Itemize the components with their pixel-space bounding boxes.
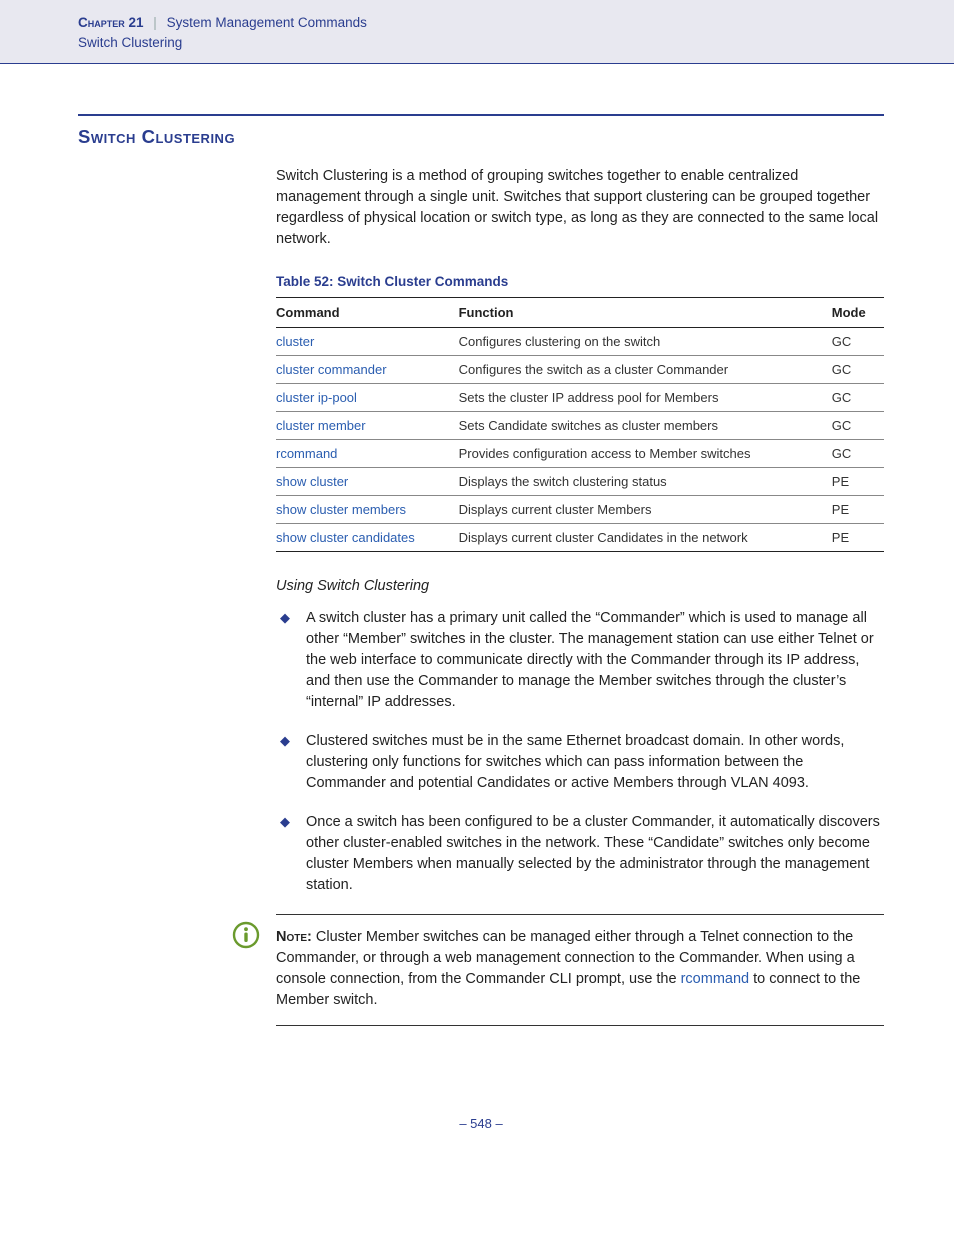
cmd-mode: GC xyxy=(832,439,884,467)
commands-table: Command Function Mode cluster Configures… xyxy=(276,297,884,552)
section-title: Switch Clustering xyxy=(78,126,884,148)
table-row: cluster ip-pool Sets the cluster IP addr… xyxy=(276,383,884,411)
cmd-mode: PE xyxy=(832,467,884,495)
note-rule xyxy=(276,1025,884,1026)
list-item: Once a switch has been configured to be … xyxy=(276,812,884,896)
note-label: Note: xyxy=(276,929,312,945)
page-header: Chapter 21 | System Management Commands … xyxy=(0,0,954,64)
table-row: cluster Configures clustering on the swi… xyxy=(276,327,884,355)
note-link[interactable]: rcommand xyxy=(681,971,750,987)
cmd-fn: Provides configuration access to Member … xyxy=(459,439,832,467)
info-icon xyxy=(232,921,260,949)
cmd-mode: PE xyxy=(832,495,884,523)
cmd-fn: Configures the switch as a cluster Comma… xyxy=(459,355,832,383)
cmd-mode: GC xyxy=(832,327,884,355)
cmd-link[interactable]: show cluster members xyxy=(276,502,406,517)
list-item: A switch cluster has a primary unit call… xyxy=(276,608,884,713)
th-function: Function xyxy=(459,297,832,327)
cmd-link[interactable]: cluster member xyxy=(276,418,366,433)
cmd-link[interactable]: cluster commander xyxy=(276,362,387,377)
list-item: Clustered switches must be in the same E… xyxy=(276,731,884,794)
table-row: rcommand Provides configuration access t… xyxy=(276,439,884,467)
th-mode: Mode xyxy=(832,297,884,327)
cmd-fn: Displays current cluster Candidates in t… xyxy=(459,523,832,551)
header-section: System Management Commands xyxy=(167,15,367,30)
cmd-mode: GC xyxy=(832,411,884,439)
cmd-link[interactable]: cluster ip-pool xyxy=(276,390,357,405)
bullet-list: A switch cluster has a primary unit call… xyxy=(276,608,884,896)
page-number: – 548 – xyxy=(78,1116,884,1131)
th-command: Command xyxy=(276,297,459,327)
cmd-fn: Displays current cluster Members xyxy=(459,495,832,523)
cmd-mode: GC xyxy=(832,355,884,383)
subheading: Using Switch Clustering xyxy=(276,578,884,594)
section-rule xyxy=(78,114,884,116)
cmd-fn: Displays the switch clustering status xyxy=(459,467,832,495)
header-chapter: Chapter 21 xyxy=(78,15,144,30)
note-block: Note: Cluster Member switches can be man… xyxy=(276,914,884,1026)
table-row: show cluster members Displays current cl… xyxy=(276,495,884,523)
cmd-mode: GC xyxy=(832,383,884,411)
cmd-mode: PE xyxy=(832,523,884,551)
table-row: show cluster candidates Displays current… xyxy=(276,523,884,551)
header-subsection: Switch Clustering xyxy=(78,34,954,53)
cmd-link[interactable]: show cluster xyxy=(276,474,348,489)
intro-paragraph: Switch Clustering is a method of groupin… xyxy=(276,166,884,250)
table-row: cluster commander Configures the switch … xyxy=(276,355,884,383)
table-caption: Table 52: Switch Cluster Commands xyxy=(276,274,884,289)
table-row: cluster member Sets Candidate switches a… xyxy=(276,411,884,439)
table-row: show cluster Displays the switch cluster… xyxy=(276,467,884,495)
header-divider: | xyxy=(153,15,157,30)
cmd-fn: Configures clustering on the switch xyxy=(459,327,832,355)
cmd-fn: Sets Candidate switches as cluster membe… xyxy=(459,411,832,439)
cmd-link[interactable]: rcommand xyxy=(276,446,337,461)
cmd-link[interactable]: show cluster candidates xyxy=(276,530,415,545)
cmd-link[interactable]: cluster xyxy=(276,334,314,349)
cmd-fn: Sets the cluster IP address pool for Mem… xyxy=(459,383,832,411)
